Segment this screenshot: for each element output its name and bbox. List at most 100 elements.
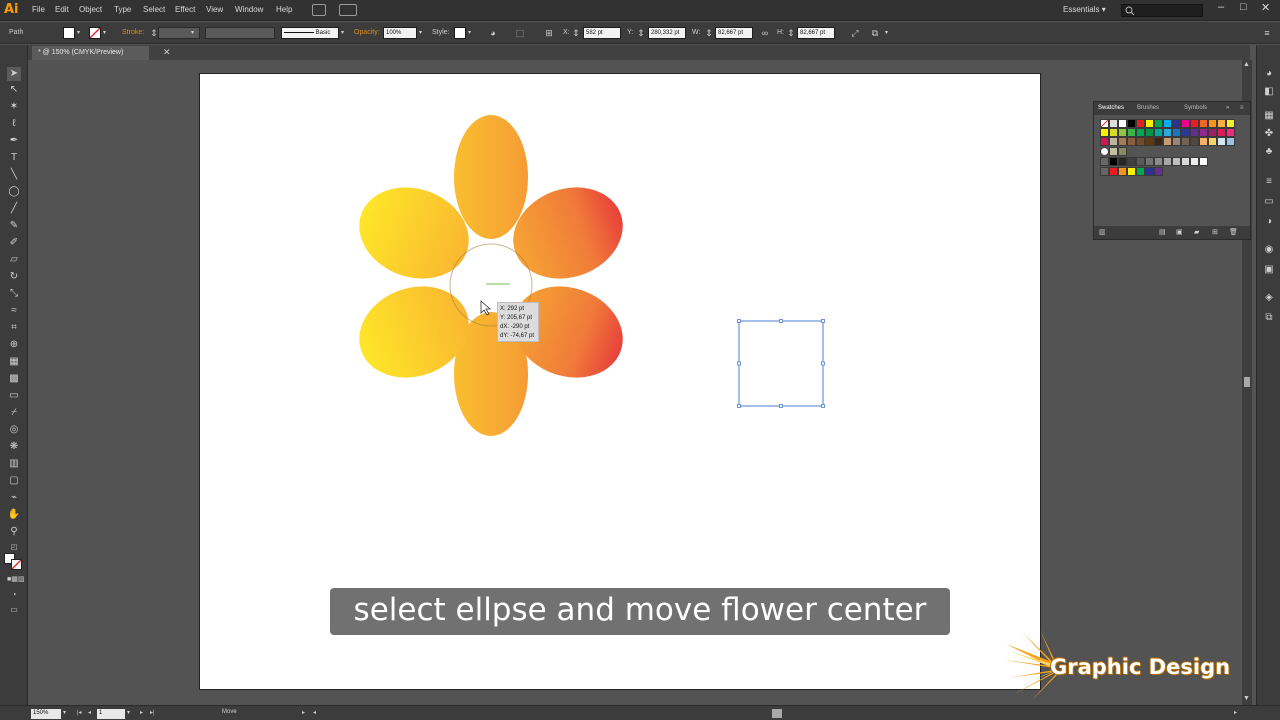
- menu-file[interactable]: File: [32, 5, 45, 14]
- chevron-down-icon[interactable]: ▾: [103, 27, 110, 39]
- artboards-panel-icon[interactable]: ⧉: [1262, 311, 1276, 325]
- scroll-up-icon[interactable]: ▲: [1243, 61, 1250, 68]
- swatch[interactable]: [1208, 119, 1217, 128]
- zoom-level-input[interactable]: 150%: [31, 709, 61, 719]
- minimize-button[interactable]: –: [1218, 1, 1224, 13]
- close-tab-button[interactable]: ✕: [163, 47, 171, 58]
- selected-rectangle[interactable]: [737, 319, 825, 408]
- gradient-panel-icon[interactable]: ▭: [1262, 195, 1276, 209]
- tab-swatches[interactable]: Swatches: [1098, 105, 1124, 111]
- chevron-down-icon[interactable]: ▾: [885, 27, 892, 39]
- menu-type[interactable]: Type: [114, 5, 131, 14]
- swatch[interactable]: [1145, 128, 1154, 137]
- stroke-label[interactable]: Stroke:: [122, 29, 144, 36]
- menu-edit[interactable]: Edit: [55, 5, 69, 14]
- swatch-registration[interactable]: [1109, 119, 1118, 128]
- symbols-panel-icon[interactable]: ♣: [1262, 145, 1276, 159]
- petal-top[interactable]: [454, 115, 528, 239]
- color-mode-icon[interactable]: ■▦▨: [7, 573, 24, 587]
- swatch[interactable]: [1118, 167, 1127, 176]
- chevron-down-icon[interactable]: ▾: [127, 709, 130, 716]
- swatch[interactable]: [1118, 137, 1127, 146]
- perspective-grid-tool-icon[interactable]: ▦: [7, 355, 21, 369]
- variable-width-field[interactable]: [205, 27, 275, 39]
- slice-tool-icon[interactable]: ⌁: [7, 491, 21, 505]
- swatch[interactable]: [1118, 128, 1127, 137]
- height-input[interactable]: 82,667 pt: [797, 27, 835, 39]
- mesh-tool-icon[interactable]: ▩: [7, 372, 21, 386]
- swatch-none[interactable]: [1100, 119, 1109, 128]
- scroll-right-icon[interactable]: ▸: [1234, 709, 1237, 716]
- swatch[interactable]: [1226, 119, 1235, 128]
- width-input[interactable]: 82,667 pt: [715, 27, 753, 39]
- first-artboard-icon[interactable]: |◂: [77, 709, 82, 716]
- swatch[interactable]: [1190, 128, 1199, 137]
- swatch[interactable]: [1136, 128, 1145, 137]
- maximize-button[interactable]: □: [1240, 1, 1247, 13]
- swatch[interactable]: [1109, 157, 1118, 166]
- previous-artboard-icon[interactable]: ◂: [88, 709, 91, 716]
- appearance-panel-icon[interactable]: ◉: [1262, 243, 1276, 257]
- panel-menu-button[interactable]: ≡: [1240, 105, 1244, 111]
- chevron-down-icon[interactable]: ▾: [468, 27, 475, 39]
- arrange-documents-icon[interactable]: [339, 4, 357, 16]
- swatch[interactable]: [1190, 157, 1199, 166]
- blend-tool-icon[interactable]: ◎: [7, 423, 21, 437]
- screen-mode-icon[interactable]: ▭: [7, 603, 21, 617]
- swatch[interactable]: [1190, 137, 1199, 146]
- handle-bottom[interactable]: [779, 404, 783, 408]
- swatch[interactable]: [1136, 167, 1145, 176]
- swatch[interactable]: [1190, 119, 1199, 128]
- menu-effect[interactable]: Effect: [175, 5, 195, 14]
- delete-swatch-icon[interactable]: 🗑: [1229, 228, 1238, 236]
- bridge-icon[interactable]: [312, 4, 326, 16]
- color-panel-icon[interactable]: ◕: [1262, 67, 1276, 81]
- eyedropper-tool-icon[interactable]: ⌿: [7, 406, 21, 420]
- x-input[interactable]: 582 pt: [583, 27, 621, 39]
- close-button[interactable]: ✕: [1261, 1, 1270, 14]
- swatch[interactable]: [1136, 137, 1145, 146]
- drawing-mode-icon[interactable]: ◔: [7, 588, 21, 602]
- swatch[interactable]: [1154, 119, 1163, 128]
- swatch[interactable]: [1145, 119, 1154, 128]
- chevron-down-icon[interactable]: ▾: [419, 27, 426, 39]
- swatch[interactable]: [1172, 128, 1181, 137]
- symbol-sprayer-tool-icon[interactable]: ❋: [7, 440, 21, 454]
- swatch[interactable]: [1136, 157, 1145, 166]
- swatch[interactable]: [1208, 128, 1217, 137]
- swatch[interactable]: [1127, 157, 1136, 166]
- folder-icon[interactable]: [1100, 167, 1109, 176]
- chevron-down-icon[interactable]: ▾: [341, 27, 348, 39]
- folder-icon[interactable]: [1100, 157, 1109, 166]
- stroke-swatch[interactable]: [89, 27, 101, 39]
- stepper-icon[interactable]: ⇕: [787, 27, 795, 39]
- swatch-group-icon[interactable]: [1100, 147, 1109, 156]
- stepper-icon[interactable]: ⇕: [572, 27, 580, 39]
- chevron-down-icon[interactable]: ▾: [77, 27, 84, 39]
- column-graph-tool-icon[interactable]: ▥: [7, 457, 21, 471]
- swatch[interactable]: [1163, 157, 1172, 166]
- eraser-tool-icon[interactable]: ▱: [7, 253, 21, 267]
- horizontal-scroll-thumb[interactable]: [772, 709, 782, 718]
- transform-reference-icon[interactable]: ⊞: [543, 27, 555, 39]
- swatch[interactable]: [1154, 137, 1163, 146]
- handle-top[interactable]: [779, 319, 783, 323]
- swatch[interactable]: [1109, 147, 1118, 156]
- artboard-tool-icon[interactable]: ▢: [7, 474, 21, 488]
- fill-swatch[interactable]: [63, 27, 75, 39]
- opacity-input[interactable]: 100%: [383, 27, 417, 39]
- document-tab[interactable]: * @ 150% (CMYK/Preview): [32, 46, 149, 60]
- ellipse-tool-icon[interactable]: ◯: [7, 185, 21, 199]
- swatch[interactable]: [1163, 119, 1172, 128]
- swatch[interactable]: [1163, 128, 1172, 137]
- recolor-artwork-icon[interactable]: ◕: [487, 27, 499, 39]
- menu-window[interactable]: Window: [235, 5, 263, 14]
- swatch[interactable]: [1136, 119, 1145, 128]
- swatch[interactable]: [1145, 137, 1154, 146]
- swatch[interactable]: [1199, 128, 1208, 137]
- swatch[interactable]: [1154, 157, 1163, 166]
- swatch[interactable]: [1172, 119, 1181, 128]
- stepper-icon[interactable]: ⇕: [637, 27, 645, 39]
- swatch[interactable]: [1199, 119, 1208, 128]
- paintbrush-tool-icon[interactable]: ╱: [7, 202, 21, 216]
